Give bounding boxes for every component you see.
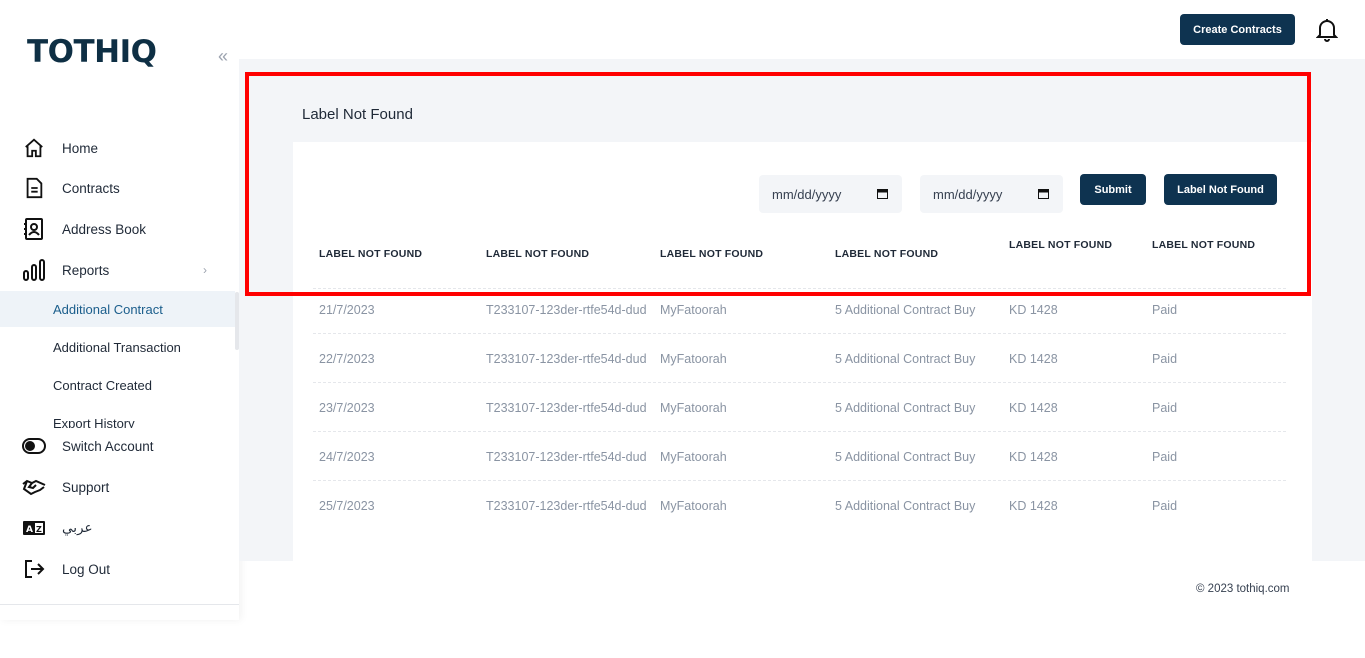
column-header[interactable]: LABEL NOT FOUND (835, 248, 938, 260)
row-divider (313, 288, 1286, 289)
column-header[interactable]: LABEL NOT FOUND (1009, 239, 1112, 251)
submenu-item-contract-created[interactable]: Contract Created (0, 367, 235, 403)
reports-submenu[interactable]: Additional Contract Additional Transacti… (0, 290, 239, 428)
double-chevron-left-icon[interactable]: « (218, 47, 228, 65)
submenu-item-label: Additional Contract (53, 301, 163, 317)
sidebar-item-support[interactable]: Support (0, 471, 239, 503)
sidebar-item-label: Home (62, 140, 99, 156)
submenu-item-additional-transaction[interactable]: Additional Transaction (0, 329, 235, 365)
submenu-item-additional-contract[interactable]: Additional Contract (0, 291, 235, 327)
svg-text:A: A (26, 525, 33, 535)
cell-gateway: MyFatoorah (660, 401, 727, 415)
address-book-icon (22, 217, 46, 241)
submit-button[interactable]: Submit (1080, 174, 1146, 205)
cell-date: 21/7/2023 (319, 303, 375, 317)
sidebar-item-language[interactable]: AZ عربي (0, 512, 239, 544)
date-to-placeholder: mm/dd/yyyy (933, 186, 1003, 202)
cell-date: 23/7/2023 (319, 401, 375, 415)
row-divider (313, 431, 1286, 432)
submenu-item-label: Additional Transaction (53, 339, 181, 355)
create-contracts-button[interactable]: Create Contracts (1180, 14, 1295, 45)
submenu-item-label: Contract Created (53, 377, 152, 393)
cell-gateway: MyFatoorah (660, 352, 727, 366)
column-header[interactable]: LABEL NOT FOUND (660, 248, 763, 260)
sidebar-item-label: Address Book (62, 221, 147, 237)
language-icon: AZ (22, 516, 46, 540)
row-divider (313, 333, 1286, 334)
sidebar-item-label: Switch Account (62, 438, 154, 454)
bar-chart-icon (22, 258, 46, 282)
logo: TOTHIQ (27, 34, 157, 70)
date-from-placeholder: mm/dd/yyyy (772, 186, 842, 202)
cell-transaction-id: T233107-123der-rtfe54d-dud (486, 499, 647, 513)
cell-status: Paid (1152, 450, 1178, 464)
cell-amount: KD 1428 (1009, 352, 1058, 366)
page-title: Label Not Found (302, 106, 413, 123)
sidebar-item-logout[interactable]: Log Out (0, 553, 239, 585)
chevron-right-icon: › (203, 263, 207, 277)
cell-status: Paid (1152, 401, 1178, 415)
sidebar-item-label: Reports (62, 262, 110, 278)
cell-amount: KD 1428 (1009, 450, 1058, 464)
sidebar-item-address-book[interactable]: Address Book (0, 213, 239, 245)
row-divider (313, 382, 1286, 383)
sidebar-item-label: عربي (62, 520, 93, 535)
date-from-input[interactable]: mm/dd/yyyy (759, 175, 902, 213)
cell-description: 5 Additional Contract Buy (835, 499, 976, 513)
cell-date: 25/7/2023 (319, 499, 375, 513)
calendar-icon[interactable] (1038, 188, 1049, 199)
cell-amount: KD 1428 (1009, 303, 1058, 317)
sidebar: TOTHIQ « Home Contracts Address Book Rep… (0, 0, 239, 620)
logout-icon (22, 557, 46, 581)
toggle-icon (22, 434, 46, 458)
cell-description: 5 Additional Contract Buy (835, 352, 976, 366)
sidebar-item-label: Contracts (62, 180, 120, 196)
sidebar-item-reports[interactable]: Reports › (0, 254, 239, 286)
cell-transaction-id: T233107-123der-rtfe54d-dud (486, 450, 647, 464)
date-to-input[interactable]: mm/dd/yyyy (920, 175, 1063, 213)
submenu-item-label: Export History (53, 415, 135, 429)
cell-description: 5 Additional Contract Buy (835, 303, 976, 317)
cell-transaction-id: T233107-123der-rtfe54d-dud (486, 303, 647, 317)
cell-description: 5 Additional Contract Buy (835, 401, 976, 415)
column-header[interactable]: LABEL NOT FOUND (319, 248, 422, 260)
submenu-item-export-history[interactable]: Export History (0, 405, 235, 429)
cell-amount: KD 1428 (1009, 401, 1058, 415)
column-header[interactable]: LABEL NOT FOUND (486, 248, 589, 260)
cell-description: 5 Additional Contract Buy (835, 450, 976, 464)
row-divider (313, 480, 1286, 481)
document-icon (22, 176, 46, 200)
column-header[interactable]: LABEL NOT FOUND (1152, 239, 1255, 251)
sidebar-item-label: Support (62, 479, 110, 495)
svg-text:Z: Z (36, 525, 42, 534)
footer-copyright: © 2023 tothiq.com (1196, 583, 1290, 595)
cell-gateway: MyFatoorah (660, 499, 727, 513)
cell-amount: KD 1428 (1009, 499, 1058, 513)
divider (0, 604, 239, 605)
handshake-icon (22, 475, 46, 499)
cell-date: 24/7/2023 (319, 450, 375, 464)
export-button[interactable]: Label Not Found (1164, 174, 1277, 205)
sidebar-item-label: Log Out (62, 561, 111, 577)
home-icon (22, 136, 46, 160)
cell-gateway: MyFatoorah (660, 450, 727, 464)
sidebar-item-switch-account[interactable]: Switch Account (0, 430, 239, 462)
sidebar-item-contracts[interactable]: Contracts (0, 172, 239, 204)
cell-gateway: MyFatoorah (660, 303, 727, 317)
cell-status: Paid (1152, 499, 1178, 513)
cell-date: 22/7/2023 (319, 352, 375, 366)
cell-status: Paid (1152, 352, 1178, 366)
cell-transaction-id: T233107-123der-rtfe54d-dud (486, 352, 647, 366)
bell-icon[interactable] (1315, 18, 1339, 42)
calendar-icon[interactable] (877, 188, 888, 199)
cell-status: Paid (1152, 303, 1178, 317)
cell-transaction-id: T233107-123der-rtfe54d-dud (486, 401, 647, 415)
sidebar-item-home[interactable]: Home (0, 132, 239, 164)
